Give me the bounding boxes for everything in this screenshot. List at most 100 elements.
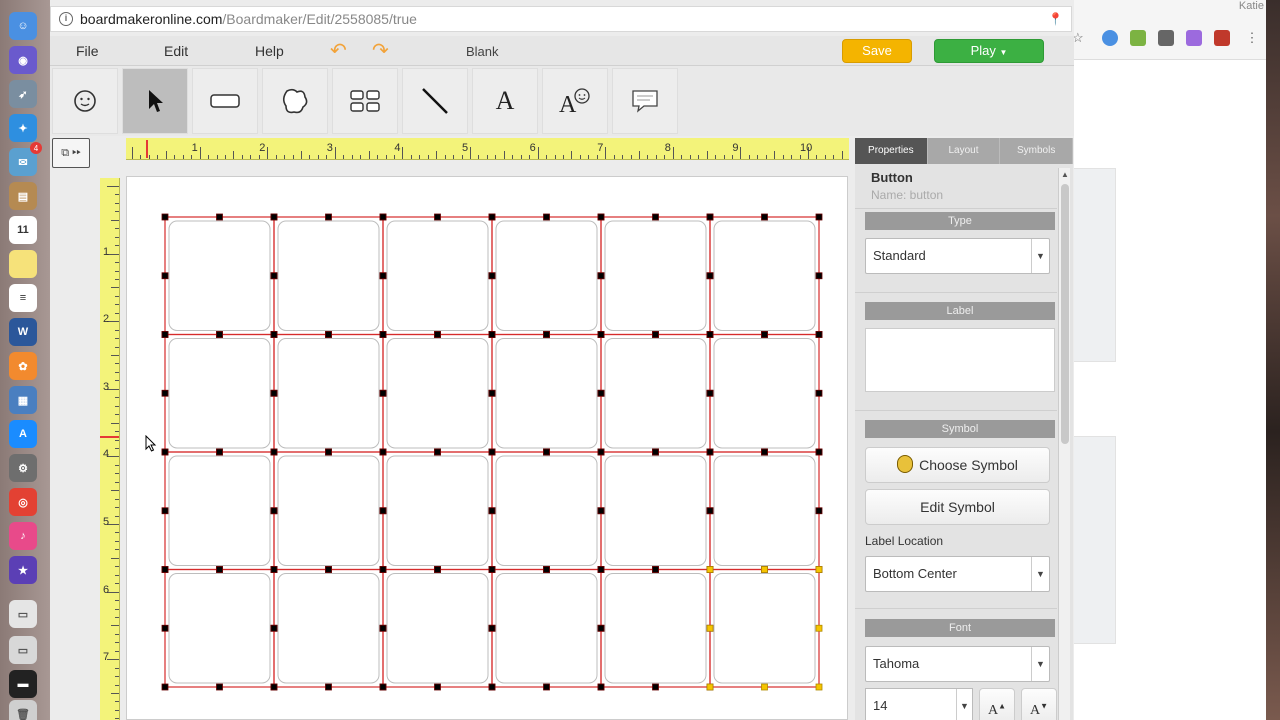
grid-button[interactable] xyxy=(379,566,496,691)
grid-button[interactable] xyxy=(270,331,387,456)
resize-handle[interactable] xyxy=(706,624,714,632)
resize-handle[interactable] xyxy=(216,448,223,456)
increase-font-button[interactable]: A▲ xyxy=(979,688,1015,720)
resize-handle[interactable] xyxy=(379,683,387,691)
resize-handle[interactable] xyxy=(379,624,387,632)
resize-handle[interactable] xyxy=(706,683,714,691)
resize-handle[interactable] xyxy=(434,566,441,573)
scroll-thumb[interactable] xyxy=(1061,184,1069,444)
grid-button[interactable] xyxy=(379,448,496,573)
menu-edit[interactable]: Edit xyxy=(164,43,188,59)
resize-handle[interactable] xyxy=(161,507,169,515)
scroll-up-icon[interactable]: ▲ xyxy=(1060,168,1070,182)
resize-handle[interactable] xyxy=(161,272,169,280)
resize-handle[interactable] xyxy=(543,683,550,691)
document-icon[interactable]: ▭ xyxy=(9,600,37,628)
calendar-icon[interactable]: 11 xyxy=(9,216,37,244)
resize-handle[interactable] xyxy=(488,213,496,221)
resize-handle[interactable] xyxy=(597,272,605,280)
chrome-icon[interactable]: ◎ xyxy=(9,488,37,516)
resize-handle[interactable] xyxy=(761,448,768,456)
resize-handle[interactable] xyxy=(270,683,278,691)
resize-handle[interactable] xyxy=(270,624,278,632)
resize-handle[interactable] xyxy=(488,448,496,456)
font-size-select[interactable]: 14 ▼ xyxy=(865,688,973,720)
resize-handle[interactable] xyxy=(706,507,714,515)
resize-handle[interactable] xyxy=(379,507,387,515)
resize-handle[interactable] xyxy=(379,331,387,338)
extension-icon[interactable] xyxy=(1186,30,1202,46)
resize-handle[interactable] xyxy=(543,331,550,338)
resize-handle[interactable] xyxy=(270,507,278,515)
resize-handle[interactable] xyxy=(597,448,605,456)
resize-handle[interactable] xyxy=(597,683,605,691)
system-preferences-icon[interactable]: ⚙ xyxy=(9,454,37,482)
resize-handle[interactable] xyxy=(706,448,714,456)
contacts-icon[interactable]: ▤ xyxy=(9,182,37,210)
resize-handle[interactable] xyxy=(761,213,768,221)
grid-button[interactable] xyxy=(161,566,278,691)
button-tool[interactable] xyxy=(192,68,258,134)
edit-symbol-button[interactable]: Edit Symbol xyxy=(865,489,1050,525)
address-bar[interactable]: i boardmakeronline.com/Boardmaker/Edit/2… xyxy=(50,6,1072,32)
resize-handle[interactable] xyxy=(161,624,169,632)
resize-handle[interactable] xyxy=(161,448,169,456)
grid-button[interactable] xyxy=(488,566,605,691)
itunes-icon[interactable]: ♪ xyxy=(9,522,37,550)
screenshot-icon[interactable]: ▭ xyxy=(9,636,37,664)
resize-handle[interactable] xyxy=(325,683,332,691)
resize-handle[interactable] xyxy=(216,566,223,573)
pin-icon[interactable]: 📍 xyxy=(1048,12,1063,26)
resize-handle[interactable] xyxy=(815,213,823,221)
resize-handle[interactable] xyxy=(434,331,441,338)
resize-handle[interactable] xyxy=(488,683,496,691)
choose-symbol-button[interactable]: Choose Symbol xyxy=(865,447,1050,483)
resize-handle[interactable] xyxy=(706,389,714,397)
undo-icon[interactable]: ↶ xyxy=(330,41,347,61)
resize-handle[interactable] xyxy=(543,213,550,221)
font-select[interactable]: Tahoma ▼ xyxy=(865,646,1050,682)
resize-handle[interactable] xyxy=(379,566,387,573)
resize-handle[interactable] xyxy=(216,213,223,221)
resize-handle[interactable] xyxy=(652,331,659,338)
resize-handle[interactable] xyxy=(379,389,387,397)
resize-handle[interactable] xyxy=(815,566,823,573)
grid-button[interactable] xyxy=(597,566,714,691)
grid-button[interactable] xyxy=(488,331,605,456)
terminal-icon[interactable]: ▬ xyxy=(9,670,37,698)
save-button[interactable]: Save xyxy=(842,39,912,63)
resize-handle[interactable] xyxy=(161,566,169,573)
resize-handle[interactable] xyxy=(216,331,223,338)
extension-icon[interactable] xyxy=(1214,30,1230,46)
grid-button[interactable] xyxy=(270,213,387,338)
grid-button[interactable] xyxy=(379,331,496,456)
resize-handle[interactable] xyxy=(815,507,823,515)
menu-file[interactable]: File xyxy=(76,43,99,59)
resize-handle[interactable] xyxy=(379,213,387,221)
resize-handle[interactable] xyxy=(270,331,278,338)
imovie-icon[interactable]: ★ xyxy=(9,556,37,584)
resize-handle[interactable] xyxy=(488,331,496,338)
extension-icon[interactable] xyxy=(1158,30,1174,46)
trash-icon[interactable]: 🗑 xyxy=(9,700,37,720)
star-icon[interactable]: ☆ xyxy=(1072,30,1088,46)
resize-handle[interactable] xyxy=(161,331,169,338)
grid-button[interactable] xyxy=(706,448,823,573)
resize-handle[interactable] xyxy=(706,566,714,573)
resize-handle[interactable] xyxy=(379,272,387,280)
siri-icon[interactable]: ◉ xyxy=(9,46,37,74)
resize-handle[interactable] xyxy=(434,683,441,691)
line-tool[interactable] xyxy=(402,68,468,134)
resize-handle[interactable] xyxy=(488,272,496,280)
photos-icon[interactable]: ✿ xyxy=(9,352,37,380)
freeform-tool[interactable] xyxy=(262,68,328,134)
layers-toggle-button[interactable]: ⧉ ▸▸ xyxy=(52,138,90,168)
resize-handle[interactable] xyxy=(543,448,550,456)
finder-icon[interactable]: ☺ xyxy=(9,12,37,40)
resize-handle[interactable] xyxy=(434,213,441,221)
grid-button[interactable] xyxy=(597,448,714,573)
resize-handle[interactable] xyxy=(761,331,768,338)
grammarly-icon[interactable] xyxy=(1102,30,1118,46)
type-select[interactable]: Standard ▼ xyxy=(865,238,1050,274)
symbolate-tool[interactable]: A xyxy=(542,68,608,134)
